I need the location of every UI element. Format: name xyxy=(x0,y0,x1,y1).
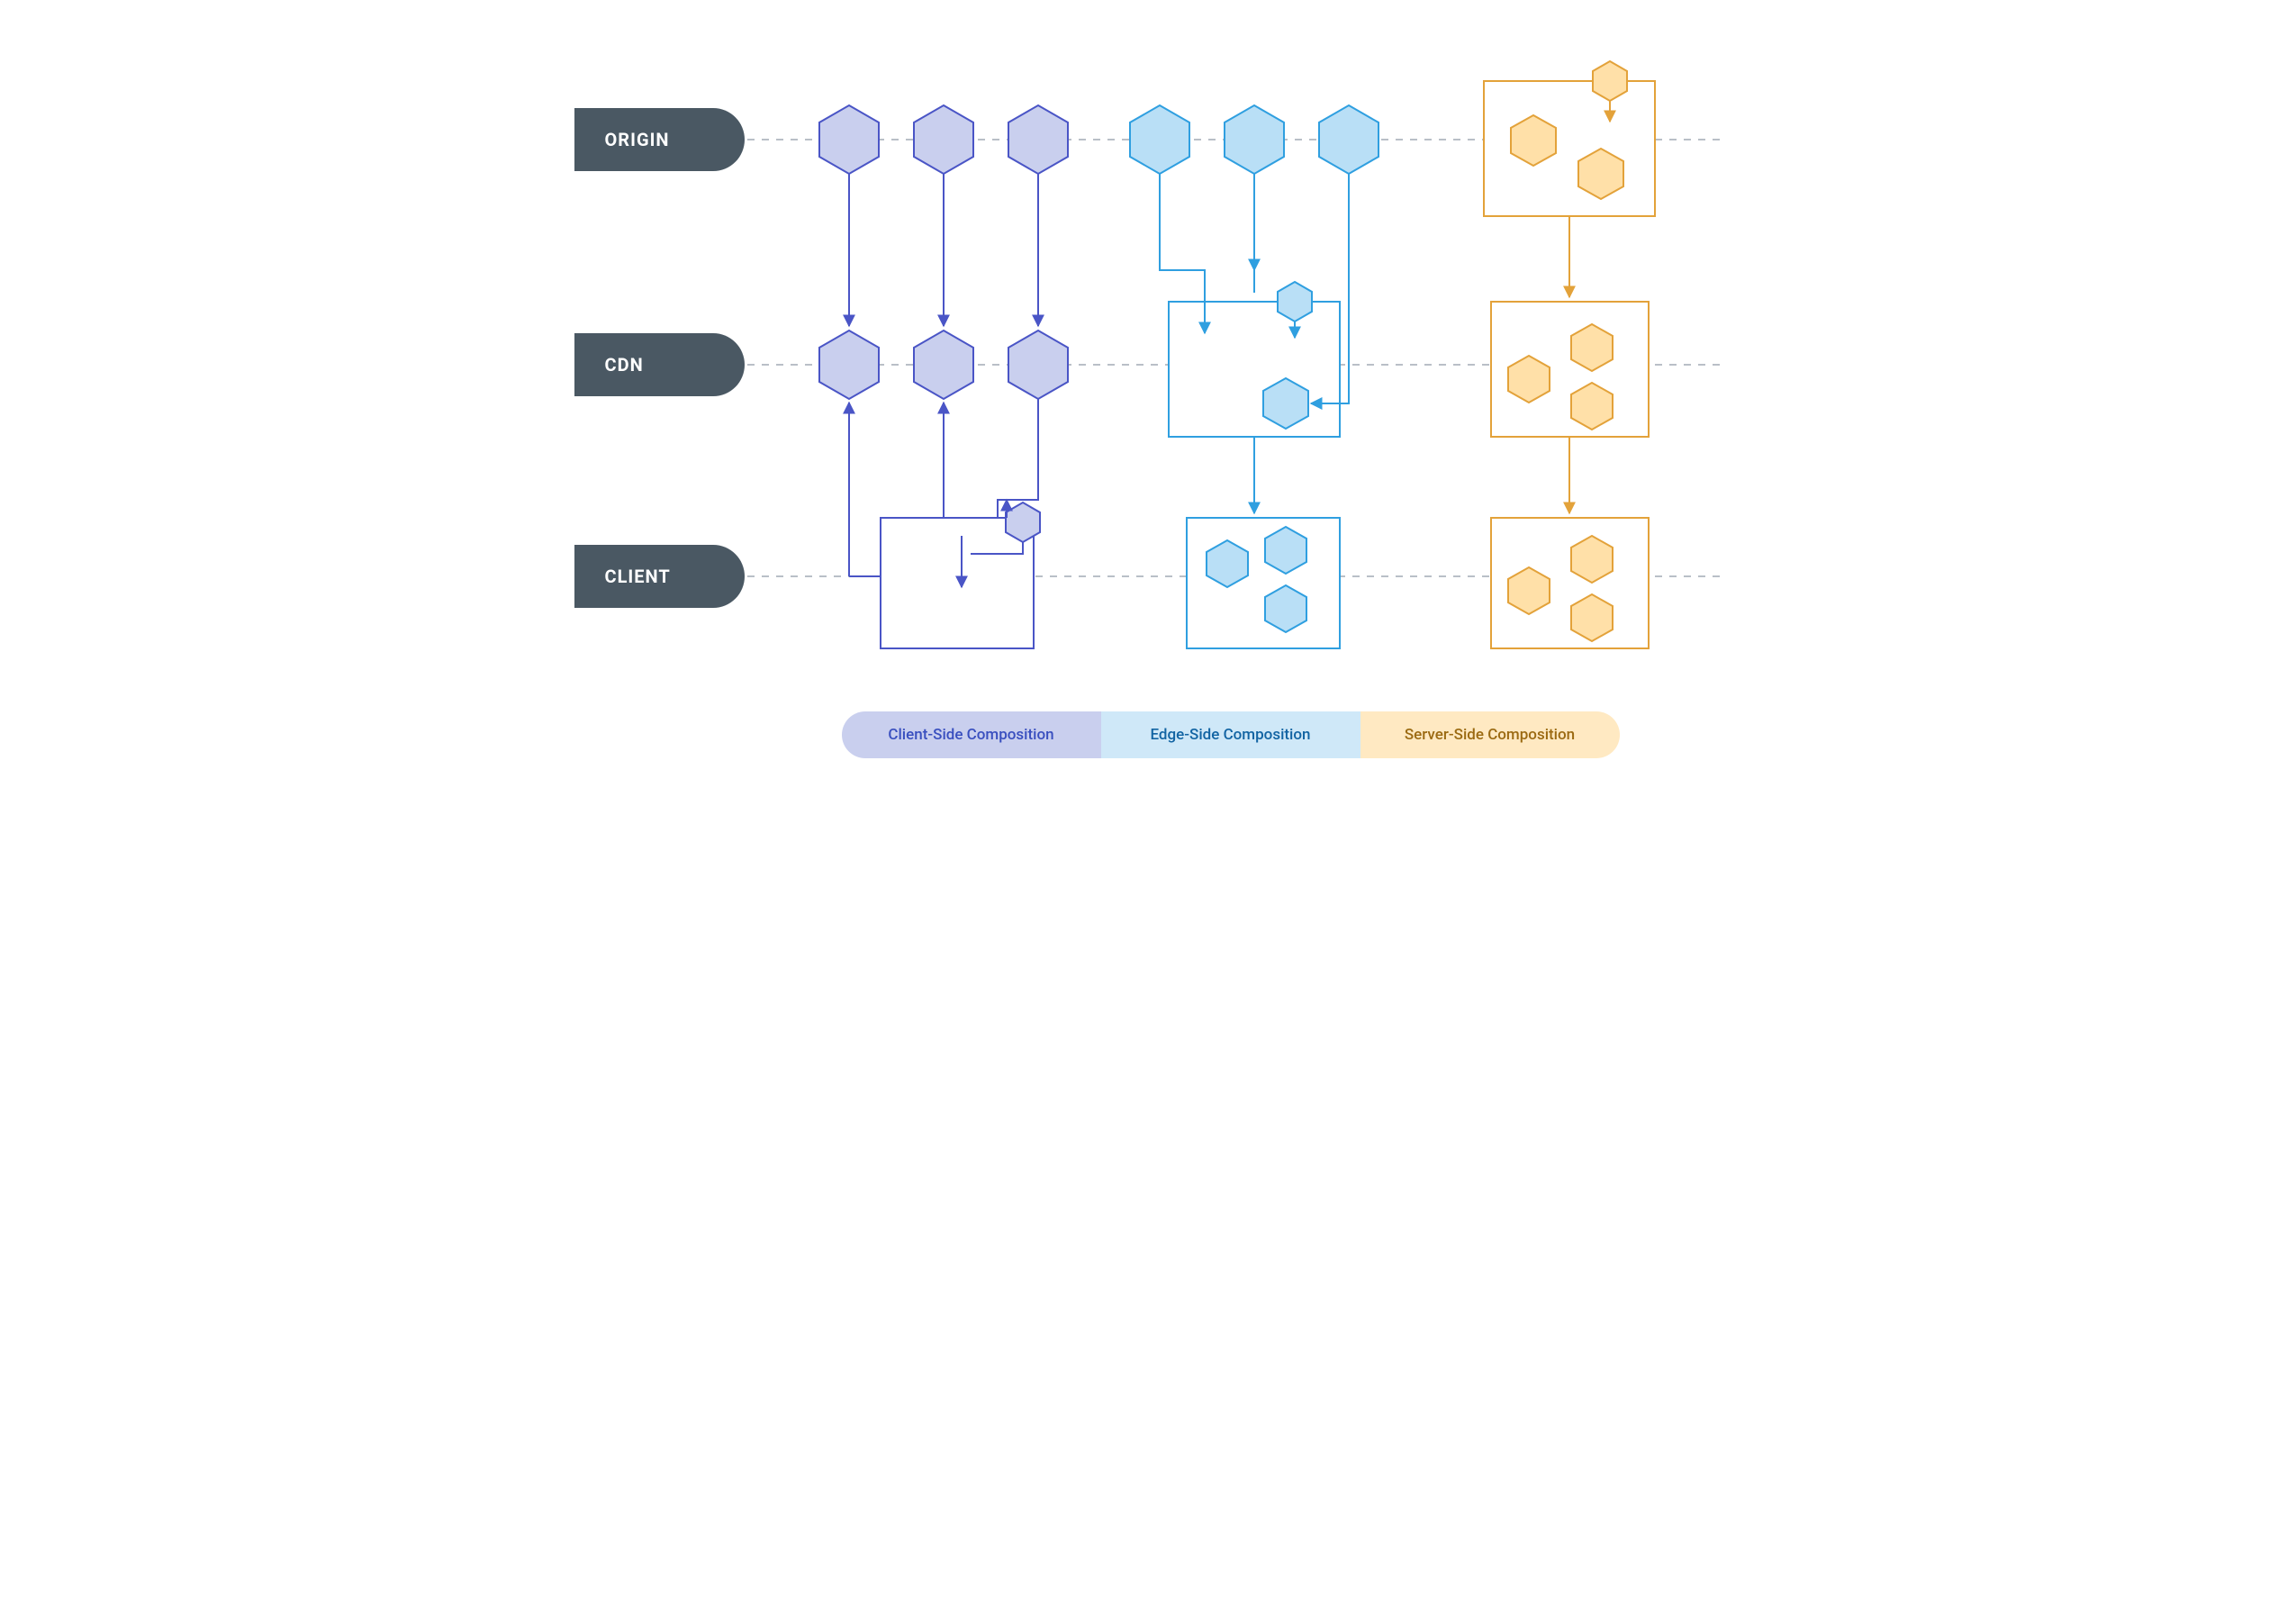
row-label-text: CLIENT xyxy=(605,566,671,587)
client-cdn-hex-1 xyxy=(819,331,879,399)
row-label-cdn: CDN xyxy=(574,333,745,396)
edge-origin-hex-1 xyxy=(1130,105,1189,174)
server-small-hex-top xyxy=(1593,61,1627,101)
row-label-client: CLIENT xyxy=(574,545,745,608)
legend: Client-Side Composition Edge-Side Compos… xyxy=(842,711,1620,758)
legend-edge: Edge-Side Composition xyxy=(1101,711,1360,758)
edge-origin-hex-2 xyxy=(1225,105,1284,174)
diagram-svg xyxy=(574,0,1722,810)
client-origin-hex-3 xyxy=(1008,105,1068,174)
client-origin-hex-2 xyxy=(914,105,973,174)
edge-small-hex-top xyxy=(1278,282,1312,321)
server-origin-box xyxy=(1484,81,1655,216)
row-label-text: CDN xyxy=(605,354,644,376)
client-cdn-hex-2 xyxy=(914,331,973,399)
client-client-box xyxy=(881,518,1034,648)
edge-client-box xyxy=(1187,518,1340,648)
edge-cdn-box xyxy=(1169,302,1340,437)
server-side-group xyxy=(1484,61,1655,648)
client-origin-hex-1 xyxy=(819,105,879,174)
legend-label: Edge-Side Composition xyxy=(1150,726,1310,744)
legend-label: Client-Side Composition xyxy=(888,726,1053,744)
legend-label: Server-Side Composition xyxy=(1405,726,1575,744)
client-cdn-hex-3 xyxy=(1008,331,1068,399)
client-side-group xyxy=(819,105,1068,648)
edge-origin-hex-3 xyxy=(1319,105,1379,174)
diagram-canvas: ORIGIN CDN CLIENT Client-Side Compositio… xyxy=(574,0,1722,810)
client-small-hex xyxy=(1006,503,1040,542)
row-label-origin: ORIGIN xyxy=(574,108,745,171)
legend-client: Client-Side Composition xyxy=(842,711,1101,758)
edge-side-group xyxy=(1130,105,1379,648)
legend-server: Server-Side Composition xyxy=(1360,711,1620,758)
row-label-text: ORIGIN xyxy=(605,129,670,150)
